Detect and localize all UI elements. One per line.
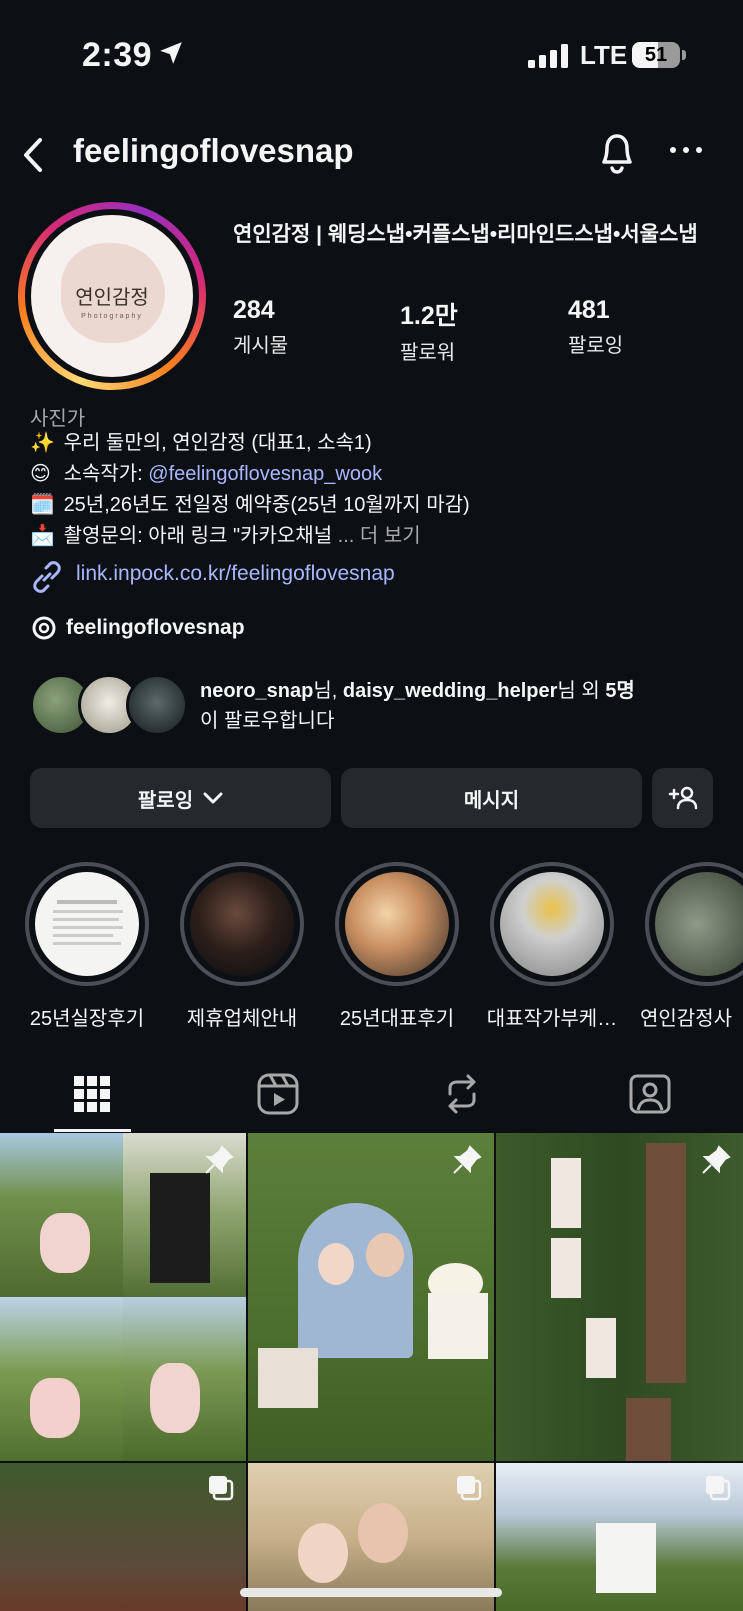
photo-grid: [0, 1133, 743, 1611]
message-button-label: 메시지: [463, 789, 520, 812]
bio-text: 우리 둘만의, 연인감정 (대표1, 소속1): [63, 432, 372, 454]
bio-text: 25년,26년도 전일정 예약중(25년 10월까지 마감): [63, 494, 470, 516]
multiple-photos-icon: [457, 1476, 482, 1501]
tab-reposts[interactable]: [422, 1055, 502, 1133]
smile-icon: 😊: [30, 463, 51, 485]
profile-header: feelingoflovesnap: [0, 120, 743, 190]
pin-icon: [453, 1145, 482, 1174]
following-count-label: 팔로잉: [568, 335, 624, 357]
story-highlight[interactable]: 제휴업체안내: [180, 862, 304, 1031]
repost-icon: [448, 1074, 476, 1114]
pin-icon: [702, 1145, 731, 1174]
profile-tabs: [0, 1055, 743, 1133]
profile-avatar[interactable]: 연인감정 Photography: [18, 202, 206, 390]
bio-more-button[interactable]: ... 더 보기: [338, 525, 421, 547]
bio-text: 소속작가:: [63, 463, 149, 485]
notification-bell-icon[interactable]: [596, 128, 638, 176]
bio-link[interactable]: link.inpock.co.kr/feelingoflovesnap: [30, 560, 395, 599]
mutual-user[interactable]: daisy_wedding_helper: [343, 680, 558, 702]
sparkles-icon: ✨: [30, 432, 55, 454]
status-time: 2:39: [82, 36, 153, 74]
calendar-icon: 🗓️: [30, 494, 55, 516]
grid-post[interactable]: [496, 1133, 743, 1461]
following-button[interactable]: 팔로잉: [30, 768, 331, 828]
profile-username: feelingoflovesnap: [73, 132, 354, 169]
grid-post[interactable]: [496, 1463, 743, 1611]
mutual-followers-avatars[interactable]: [30, 674, 190, 736]
cellular-signal-icon: [528, 44, 568, 68]
following-count[interactable]: 481 팔로잉: [568, 296, 623, 358]
threads-username[interactable]: feelingoflovesnap: [66, 616, 245, 640]
story-highlight[interactable]: 대표작가부케…: [487, 862, 617, 1031]
link-icon: [33, 561, 61, 593]
bio-line: 🗓️ 25년,26년도 전일정 예약중(25년 10월까지 마감): [30, 492, 470, 518]
mutual-followers-text[interactable]: neoro_snap님, daisy_wedding_helper님 외 5명 …: [200, 676, 720, 736]
highlight-label: 25년대표후기: [339, 1008, 455, 1030]
tab-tagged[interactable]: [610, 1055, 690, 1133]
envelope-icon: 📩: [30, 525, 55, 547]
avatar-logo-subtext: Photography: [81, 313, 143, 320]
grid-icon: [74, 1076, 110, 1112]
network-type: LTE: [580, 40, 628, 70]
mutual-count: 5명: [605, 680, 635, 702]
grid-post[interactable]: [248, 1133, 494, 1461]
highlight-label: 제휴업체안내: [186, 1008, 298, 1030]
active-tab-indicator: [54, 1129, 131, 1132]
bio-link-text[interactable]: link.inpock.co.kr/feelingoflovesnap: [76, 562, 395, 586]
chevron-down-icon: [203, 792, 223, 804]
mutual-sep: 님,: [313, 680, 343, 702]
following-button-label: 팔로잉: [137, 789, 194, 812]
battery-level: 51: [644, 44, 668, 66]
followers-count[interactable]: 1.2만 팔로워: [400, 296, 458, 365]
bio-line: 😊 소속작가: @feelingoflovesnap_wook: [30, 461, 382, 487]
bio-line: ✨ 우리 둘만의, 연인감정 (대표1, 소속1): [30, 430, 372, 456]
avatar: [126, 674, 188, 736]
tab-posts[interactable]: [52, 1055, 132, 1133]
profile-display-name: 연인감정 | 웨딩스냅•커플스냅•리마인드스냅•서울스냅: [233, 223, 698, 246]
status-bar: 2:39 LTE 51: [0, 0, 743, 110]
following-count-value: 481: [568, 296, 610, 324]
profile-category: 사진가: [30, 408, 86, 430]
home-indicator[interactable]: [240, 1588, 502, 1597]
mutual-suffix: 이 팔로우합니다: [200, 710, 335, 732]
avatar-logo-text: 연인감정: [75, 285, 149, 309]
followers-count-label: 팔로워: [400, 342, 456, 364]
reels-icon: [257, 1073, 299, 1115]
message-button[interactable]: 메시지: [341, 768, 642, 828]
location-arrow-icon: [160, 42, 182, 64]
grid-post[interactable]: [0, 1463, 246, 1611]
more-options-icon[interactable]: [668, 140, 704, 160]
mutual-sep: 님 외: [557, 680, 606, 702]
highlight-label: 대표작가부케…: [486, 1008, 618, 1030]
story-highlight[interactable]: 연인감정사: [640, 862, 743, 1031]
multiple-photos-icon: [209, 1476, 234, 1501]
mutual-user[interactable]: neoro_snap: [200, 680, 313, 702]
back-arrow-icon[interactable]: [14, 130, 54, 180]
highlight-label: 25년실장후기: [29, 1008, 145, 1030]
posts-count-value: 284: [233, 296, 275, 324]
tagged-icon: [629, 1074, 671, 1114]
grid-post[interactable]: [0, 1133, 246, 1461]
followers-count-value: 1.2만: [400, 302, 458, 330]
story-highlight[interactable]: 25년대표후기: [335, 862, 459, 1031]
threads-icon: [32, 616, 56, 640]
battery-icon: 51: [632, 42, 680, 68]
story-highlight[interactable]: 25년실장후기: [25, 862, 149, 1031]
add-person-icon: [668, 786, 697, 810]
posts-count-label: 게시물: [233, 335, 289, 357]
bio-mention-link[interactable]: @feelingoflovesnap_wook: [148, 463, 382, 485]
battery-tip: [682, 50, 686, 60]
threads-badge[interactable]: feelingoflovesnap: [30, 614, 245, 647]
pin-icon: [205, 1145, 234, 1174]
multiple-photos-icon: [706, 1476, 731, 1501]
bio-text: 촬영문의: 아래 링크 "카카오채널: [63, 525, 338, 547]
highlight-label: 연인감정사: [640, 1008, 732, 1030]
posts-count[interactable]: 284 게시물: [233, 296, 288, 358]
tab-reels[interactable]: [238, 1055, 318, 1133]
bio-line: 📩 촬영문의: 아래 링크 "카카오채널 ... 더 보기: [30, 523, 421, 549]
add-person-button[interactable]: [652, 768, 713, 828]
